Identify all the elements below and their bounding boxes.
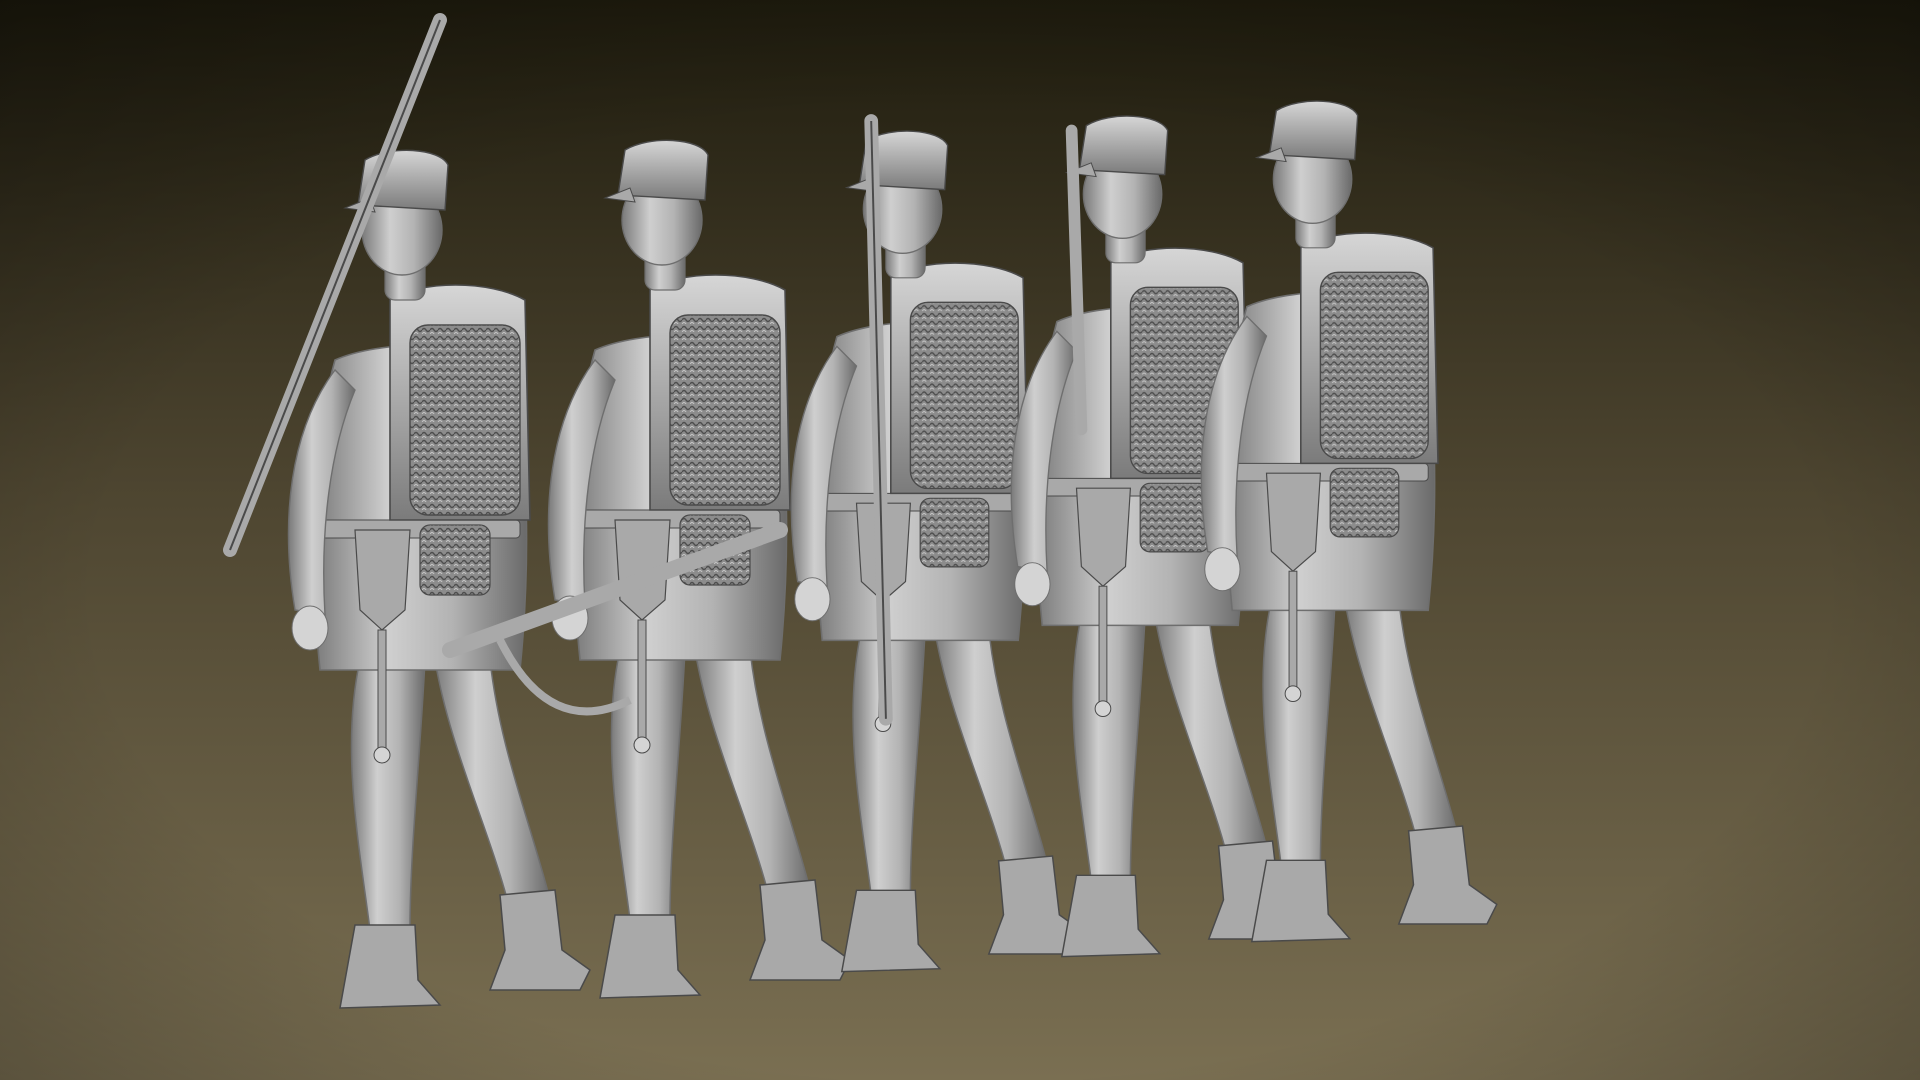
soldier-hand	[1014, 562, 1051, 607]
soldier-pouch	[419, 524, 491, 596]
soldier-fur-pack	[1319, 271, 1429, 460]
soldier-fur-pack	[409, 324, 521, 516]
soldier-hand	[291, 605, 329, 651]
soldier-fur-pack	[669, 314, 781, 506]
soldier-shovel-handle	[1288, 570, 1298, 690]
soldier-shovel-knob	[633, 736, 651, 754]
soldier-pouch	[919, 497, 990, 568]
soldier-hand	[794, 577, 831, 622]
soldier-pouch	[1329, 467, 1400, 538]
soldier-shovel-knob	[1094, 700, 1112, 718]
soldier-shovel-knob	[373, 746, 391, 764]
soldier-shovel-handle	[637, 619, 647, 741]
sculpt-viewport	[0, 0, 1920, 1080]
soldier-shovel-knob	[1284, 685, 1302, 703]
sculpt-render	[0, 0, 1920, 1080]
soldier-pouch	[1139, 482, 1210, 553]
soldier-shovel-handle	[377, 629, 387, 751]
soldier-fur-pack	[909, 301, 1019, 490]
soldier-hand	[1204, 547, 1241, 592]
soldier-shovel-handle	[1098, 585, 1108, 705]
